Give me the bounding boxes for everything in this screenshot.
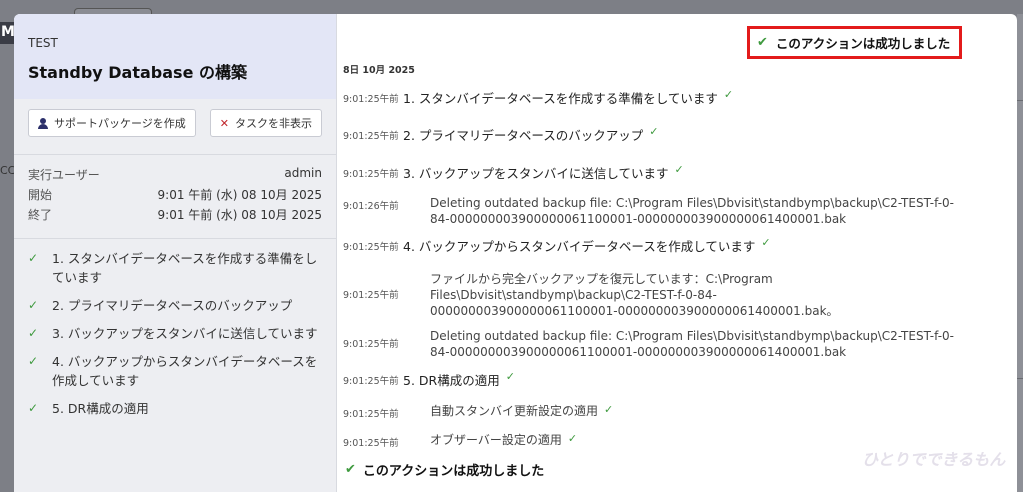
start-label: 開始: [28, 188, 53, 202]
log-message: オブザーバー設定の適用: [430, 433, 562, 447]
check-icon: ✓: [28, 298, 39, 312]
check-icon: ✓: [28, 326, 39, 340]
check-icon: ✓: [28, 401, 39, 415]
check-icon: ✓: [604, 403, 614, 416]
check-icon: ✓: [28, 251, 39, 265]
task-actions: サポートパッケージを作成 ✕ タスクを非表示: [14, 99, 336, 155]
end-label: 終了: [28, 208, 53, 222]
hide-task-label: タスクを非表示: [235, 117, 312, 130]
close-icon: ✕: [219, 116, 229, 130]
log-message: Deleting outdated backup file: C:\Progra…: [430, 196, 954, 226]
log-entry: 9:01:25午前 2. プライマリデータベースのバックアップ ✓: [343, 125, 659, 144]
step-item: ✓ 4. バックアップからスタンバイデータベースを作成しています: [28, 352, 322, 390]
log-time: 9:01:25午前: [343, 131, 399, 142]
meta-end: 終了 9:01 午前 (水) 08 10月 2025: [28, 206, 322, 226]
background-divider: [1017, 378, 1023, 379]
meta-start: 開始 9:01 午前 (水) 08 10月 2025: [28, 186, 322, 206]
log-time: 9:01:25午前: [343, 242, 399, 253]
start-value: 9:01 午前 (水) 08 10月 2025: [157, 188, 322, 202]
step-label: 1. スタンバイデータベースを作成する準備をしています: [52, 251, 318, 285]
log-entry: 9:01:25午前 4. バックアップからスタンバイデータベースを作成しています…: [343, 236, 771, 255]
task-meta: 実行ユーザー admin 開始 9:01 午前 (水) 08 10月 2025 …: [14, 155, 336, 239]
log-time: 9:01:25午前: [343, 169, 399, 180]
user-support-icon: [38, 117, 48, 129]
success-footer: ✔ このアクションは成功しました: [345, 460, 544, 479]
step-list: ✓ 1. スタンバイデータベースを作成する準備をしています ✓ 2. プライマリデー…: [14, 239, 336, 418]
check-icon: ✓: [674, 163, 684, 176]
background-divider: [1017, 100, 1023, 101]
log-entry: 9:01:25午前 3. バックアップをスタンバイに送信しています ✓: [343, 163, 684, 182]
check-icon: ✓: [761, 236, 771, 249]
executor-label: 実行ユーザー: [28, 168, 100, 182]
step-item: ✓ 2. プライマリデータベースのバックアップ: [28, 296, 322, 315]
task-title: Standby Database の構築: [28, 63, 247, 82]
log-message: 5. DR構成の適用: [403, 373, 500, 388]
executor-value: admin: [284, 166, 322, 180]
task-summary-panel: TEST Standby Database の構築 サポートパッケージを作成 ✕…: [14, 14, 337, 492]
step-label: 5. DR構成の適用: [52, 401, 149, 416]
step-label: 3. バックアップをスタンバイに送信しています: [52, 326, 318, 341]
log-entry: 9:01:25午前 自動スタンバイ更新設定の適用 ✓: [343, 403, 613, 420]
log-entry: 9:01:25午前 5. DR構成の適用 ✓: [343, 370, 515, 389]
success-banner: ✔ このアクションは成功しました: [747, 26, 962, 59]
log-message: 4. バックアップからスタンバイデータベースを作成しています: [403, 239, 756, 254]
step-item: ✓ 5. DR構成の適用: [28, 399, 322, 418]
step-label: 2. プライマリデータベースのバックアップ: [52, 298, 293, 313]
success-text: このアクションは成功しました: [775, 36, 951, 51]
task-log-panel: ✔ このアクションは成功しました 8日 10月 2025 9:01:25午前 1…: [337, 14, 1017, 492]
end-value: 9:01 午前 (水) 08 10月 2025: [157, 208, 322, 222]
log-message: 2. プライマリデータベースのバックアップ: [403, 128, 644, 143]
log-time: 9:01:25午前: [343, 409, 399, 420]
log-entry: 9:01:26午前 Deleting outdated backup file:…: [343, 195, 963, 227]
log-message: 3. バックアップをスタンバイに送信しています: [403, 166, 669, 181]
log-date: 8日 10月 2025: [343, 65, 415, 76]
check-icon: ✓: [723, 88, 734, 101]
check-icon: ✔: [345, 462, 356, 477]
log-time: 9:01:25午前: [343, 339, 399, 350]
task-target: TEST: [28, 36, 58, 50]
log-entry: 9:01:25午前 オブザーバー設定の適用 ✓: [343, 432, 577, 449]
log-time: 9:01:26午前: [343, 201, 399, 212]
log-message: Deleting outdated backup file: C:\Progra…: [430, 329, 954, 359]
log-message: ファイルから完全バックアップを復元しています：C:\Program Files\…: [430, 272, 839, 318]
check-icon: ✔: [757, 35, 768, 50]
background-right-panel: [1017, 14, 1023, 492]
check-icon: ✓: [649, 125, 659, 138]
log-time: 9:01:25午前: [343, 94, 399, 105]
log-entry: 9:01:25午前 ファイルから完全バックアップを復元しています：C:\Prog…: [343, 271, 963, 319]
create-support-package-label: サポートパッケージを作成: [54, 117, 186, 130]
task-detail-modal: TEST Standby Database の構築 サポートパッケージを作成 ✕…: [14, 14, 1017, 492]
check-icon: ✓: [28, 354, 39, 368]
log-message: 自動スタンバイ更新設定の適用: [430, 404, 599, 418]
meta-executor: 実行ユーザー admin: [28, 166, 322, 186]
step-item: ✓ 3. バックアップをスタンバイに送信しています: [28, 324, 322, 343]
task-header: TEST Standby Database の構築: [14, 14, 336, 99]
watermark: ひとりでできるもん: [862, 450, 1006, 469]
hide-task-button[interactable]: ✕ タスクを非表示: [209, 109, 322, 137]
log-time: 9:01:25午前: [343, 438, 399, 449]
log-message: 1. スタンバイデータベースを作成する準備をしています: [403, 91, 718, 106]
log-time: 9:01:25午前: [343, 376, 399, 387]
log-entry: 9:01:25午前 1. スタンバイデータベースを作成する準備をしています ✓: [343, 88, 733, 107]
log-time: 9:01:25午前: [343, 290, 399, 301]
step-item: ✓ 1. スタンバイデータベースを作成する準備をしています: [28, 249, 322, 287]
success-footer-text: このアクションは成功しました: [362, 464, 545, 479]
log-entry: 9:01:25午前 Deleting outdated backup file:…: [343, 328, 963, 360]
step-label: 4. バックアップからスタンバイデータベースを作成しています: [52, 354, 318, 388]
create-support-package-button[interactable]: サポートパッケージを作成: [28, 109, 196, 137]
check-icon: ✓: [505, 370, 515, 383]
check-icon: ✓: [567, 432, 578, 445]
